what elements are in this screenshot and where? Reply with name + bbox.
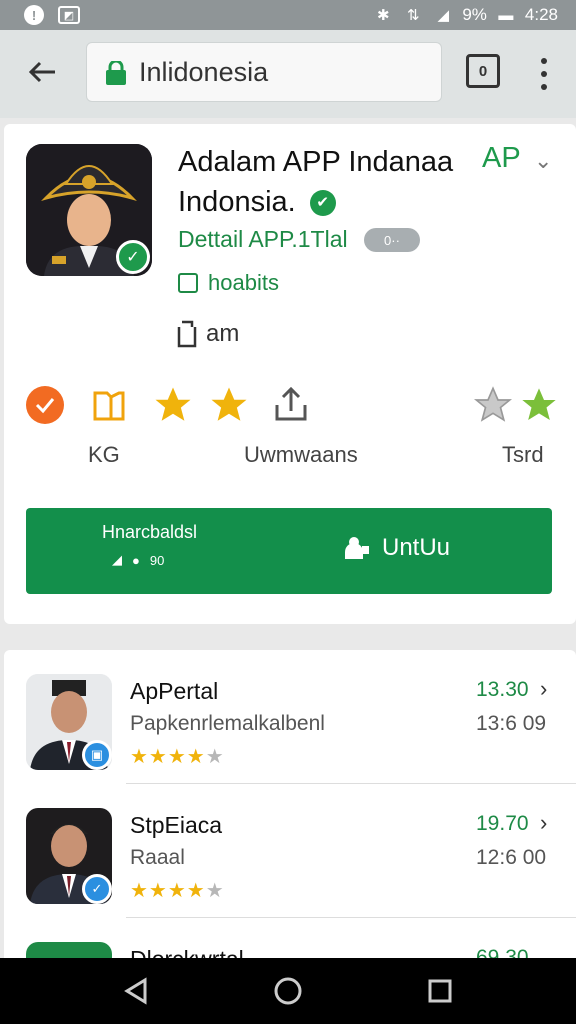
list-item[interactable]: ✓ StpEiaca Raaal ★★★★★ 19.70 › 12:6 00 (4, 784, 576, 918)
stat-label: KG (88, 442, 120, 467)
overflow-menu-button[interactable] (534, 54, 554, 94)
signal-icon: ◢ (437, 7, 450, 24)
system-nav-bar (0, 958, 576, 1024)
back-button[interactable] (22, 52, 62, 92)
app-title-suffix: AP (482, 142, 521, 174)
book-icon (88, 384, 130, 426)
rating-stars: ★★★★★ (130, 880, 225, 902)
app-title-line2: Indonsia. (178, 186, 296, 218)
verified-icon: ✔ (309, 190, 336, 217)
badge-icon: ✓ (82, 874, 112, 904)
install-sub: ◢ ● 90 (112, 552, 164, 568)
leaf-icon: ◢ (112, 552, 122, 567)
rating-stars: ★★★★★ (130, 746, 225, 768)
list-item[interactable]: ▣ ApPertal Papkenrlemalkalbenl ★★★★★ 13.… (4, 650, 576, 784)
nav-home-icon[interactable] (273, 976, 303, 1006)
stat-label: Tsrd (502, 442, 544, 467)
item-subtitle: Raaal (130, 846, 185, 869)
item-name: StpEiaca (130, 812, 223, 838)
install-left-label: Hnarcbaldsl (102, 522, 198, 542)
item-subtitle: Papkenrlemalkalbenl (130, 712, 325, 735)
nav-recents-icon[interactable] (425, 976, 455, 1006)
item-price: 13.30 (476, 678, 529, 701)
category-label: hoabits (208, 270, 279, 295)
star-icon (208, 384, 250, 426)
nav-back-icon[interactable] (121, 976, 151, 1006)
tab-count: 0 (478, 62, 488, 80)
status-bar: ! ◩ ✱ ⇅ ◢ 9% ▬ 4:28 (0, 0, 576, 30)
category-tag[interactable]: hoabits (178, 270, 279, 296)
install-button[interactable]: Hnarcbaldsl ◢ ● 90 UntUu (26, 508, 552, 594)
install-right: UntUu (344, 534, 450, 562)
star-icon (152, 384, 194, 426)
url-text: Inlidonesia (139, 56, 269, 87)
chevron-right-icon: › (540, 676, 548, 701)
battery-percent: 9% (462, 5, 487, 24)
stat-label: Uwmwaans (244, 442, 358, 467)
item-name: ApPertal (130, 678, 219, 704)
star-outline-icon (472, 384, 514, 426)
verified-badge-icon: ✓ (116, 240, 150, 274)
share-icon[interactable] (270, 384, 312, 426)
dot-icon (541, 70, 547, 77)
developer-link[interactable]: Dettail APP.1Tlal (178, 226, 348, 253)
dot-icon (541, 57, 547, 64)
download-circle-icon (24, 384, 66, 426)
star-green-icon (518, 384, 560, 426)
item-price: 19.70 (476, 812, 529, 835)
wifi-icon: ⇅ (407, 7, 420, 24)
dot-icon (541, 84, 547, 91)
tag-icon (178, 273, 198, 293)
info-pill[interactable]: 0·· (364, 228, 420, 252)
app-size: am (176, 320, 239, 348)
tab-switcher-button[interactable]: 0 (466, 54, 500, 88)
lock-icon (105, 59, 127, 85)
item-time: 12:6 00 (476, 846, 547, 869)
app-title-line1: Adalam APP Indanaa (178, 146, 454, 178)
arrow-left-icon (28, 61, 55, 83)
item-time: 13:6 09 (476, 712, 547, 735)
user-icon (345, 537, 369, 559)
app-list-card: ▣ ApPertal Papkenrlemalkalbenl ★★★★★ 13.… (4, 650, 576, 970)
app-icon[interactable]: ✓ (26, 144, 152, 276)
browser-toolbar: Inlidonesia 0 (0, 30, 576, 118)
install-sub-label: 90 (149, 552, 165, 568)
device-icon (177, 320, 197, 348)
battery-icon: ▬ (498, 6, 514, 24)
clock: 4:28 (524, 5, 558, 24)
bluetooth-icon: ✱ (377, 7, 390, 24)
chevron-down-icon[interactable]: ⌄ (534, 148, 552, 174)
badge-icon: ▣ (82, 740, 112, 770)
app-title: Adalam APP Indanaa Indonsia. ✔ (178, 142, 478, 222)
size-label: am (206, 320, 240, 347)
image-notification-icon: ◩ (58, 6, 80, 24)
dot-icon: ● (132, 552, 140, 568)
app-detail-card: ✓ Adalam APP Indanaa Indonsia. ✔ AP ⌄ Det… (4, 124, 576, 624)
notification-icon: ! (24, 5, 44, 25)
chevron-right-icon: › (540, 810, 548, 835)
install-right-label: UntUu (382, 534, 451, 561)
url-bar[interactable]: Inlidonesia (86, 42, 442, 102)
